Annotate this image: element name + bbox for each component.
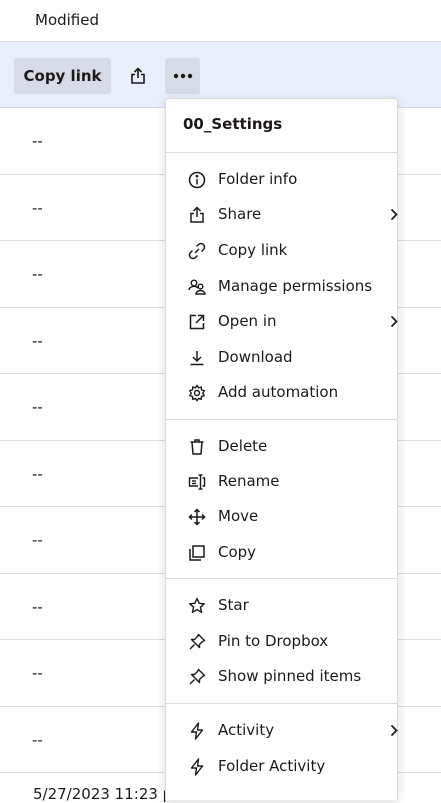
menu-item-rename[interactable]: Rename xyxy=(166,464,397,499)
copy-icon xyxy=(186,542,207,563)
menu-item-add-automation[interactable]: Add automation xyxy=(166,375,397,410)
menu-item-pin-to-dropbox[interactable]: Pin to Dropbox xyxy=(166,624,397,659)
menu-item-label: Share xyxy=(218,205,262,223)
menu-item-label: Download xyxy=(218,348,293,366)
context-menu: 00_Settings Folder info Share Copy link … xyxy=(165,98,398,800)
menu-item-label: Manage permissions xyxy=(218,277,373,295)
menu-item-label: Star xyxy=(218,596,249,614)
menu-item-delete[interactable]: Delete xyxy=(166,429,397,464)
modified-cell: 5/27/2023 11:23 pm xyxy=(33,785,187,803)
menu-item-label: Show pinned items xyxy=(218,667,362,685)
share-button[interactable] xyxy=(123,58,153,94)
menu-item-label: Move xyxy=(218,507,259,525)
lightning-icon xyxy=(186,756,207,777)
modified-cell: -- xyxy=(32,331,43,350)
people-icon xyxy=(186,276,207,297)
modified-cell: -- xyxy=(32,398,43,416)
share-icon xyxy=(186,204,207,225)
modified-column-header[interactable]: Modified xyxy=(35,11,99,29)
modified-cell: -- xyxy=(32,531,43,549)
menu-divider xyxy=(166,419,397,420)
chevron-right-icon xyxy=(388,206,400,222)
menu-item-label: Open in xyxy=(218,312,277,330)
download-icon xyxy=(186,347,207,368)
menu-item-show-pinned-items[interactable]: Show pinned items xyxy=(166,659,397,694)
rename-icon xyxy=(186,471,207,492)
modified-cell: -- xyxy=(32,597,43,616)
menu-item-label: Folder info xyxy=(218,170,298,188)
modified-cell: -- xyxy=(32,132,43,150)
modified-cell: -- xyxy=(32,464,43,483)
modified-cell: -- xyxy=(32,198,43,217)
menu-item-label: Copy link xyxy=(218,241,288,259)
menu-item-manage-permissions[interactable]: Manage permissions xyxy=(166,269,397,304)
info-icon xyxy=(186,169,207,190)
move-arrows-icon xyxy=(186,506,207,527)
menu-item-folder-activity[interactable]: Folder Activity xyxy=(166,749,397,784)
pin-icon xyxy=(186,666,207,687)
menu-item-download[interactable]: Download xyxy=(166,340,397,375)
lightning-icon xyxy=(186,720,207,741)
modified-cell: -- xyxy=(32,730,43,749)
menu-divider xyxy=(166,703,397,704)
chevron-right-icon xyxy=(388,313,400,329)
menu-item-folder-info[interactable]: Folder info xyxy=(166,162,397,197)
menu-item-label: Rename xyxy=(218,472,280,490)
menu-item-label: Add automation xyxy=(218,383,339,401)
menu-item-label: Delete xyxy=(218,437,268,455)
menu-item-copy[interactable]: Copy xyxy=(166,535,397,570)
menu-item-label: Activity xyxy=(218,721,275,739)
menu-item-label: Folder Activity xyxy=(218,757,326,775)
share-icon xyxy=(128,66,148,86)
menu-item-open-in[interactable]: Open in xyxy=(166,304,400,339)
automation-gear-icon xyxy=(186,382,207,403)
menu-title: 00_Settings xyxy=(183,115,283,133)
more-horizontal-icon xyxy=(173,73,193,79)
modified-cell: -- xyxy=(32,664,43,682)
open-external-icon xyxy=(186,311,207,332)
star-icon xyxy=(186,595,207,616)
menu-item-copy-link[interactable]: Copy link xyxy=(166,233,397,268)
link-icon xyxy=(186,240,207,261)
menu-item-label: Copy xyxy=(218,543,257,561)
table-header: Modified xyxy=(0,0,441,42)
menu-item-share[interactable]: Share xyxy=(166,197,400,232)
menu-item-activity[interactable]: Activity xyxy=(166,713,400,748)
trash-icon xyxy=(186,436,207,457)
copy-link-button[interactable]: Copy link xyxy=(14,58,111,94)
menu-divider xyxy=(166,152,397,153)
menu-item-move[interactable]: Move xyxy=(166,499,397,534)
pin-icon xyxy=(186,631,207,652)
modified-cell: -- xyxy=(32,265,43,283)
menu-item-label: Pin to Dropbox xyxy=(218,632,329,650)
more-actions-button[interactable] xyxy=(165,58,200,94)
menu-divider xyxy=(166,578,397,579)
menu-item-star[interactable]: Star xyxy=(166,588,397,623)
chevron-right-icon xyxy=(388,722,400,738)
